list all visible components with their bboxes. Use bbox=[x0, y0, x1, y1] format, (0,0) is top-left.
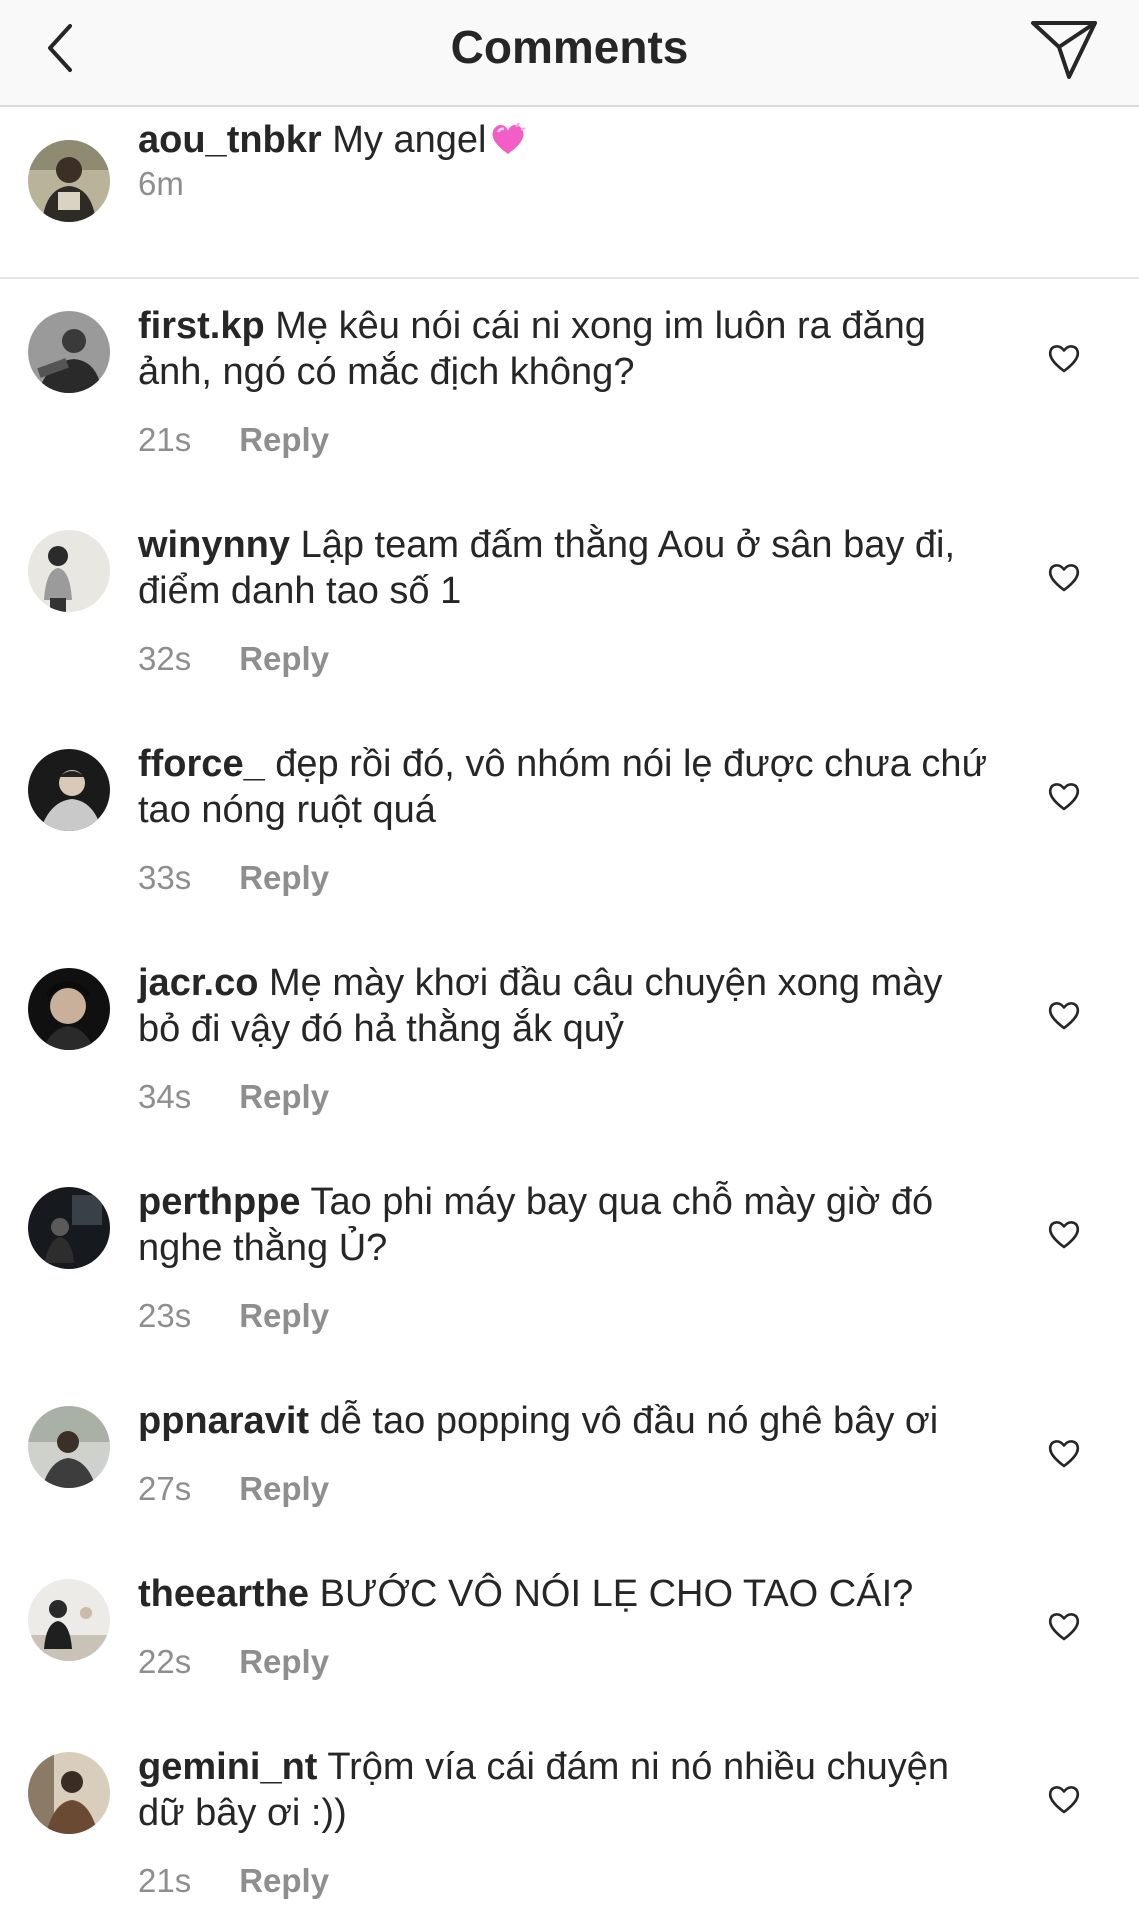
comment-row: first.kp Mẹ kêu nói cái ni xong im luôn … bbox=[0, 279, 1139, 498]
comment-meta: 23s Reply bbox=[138, 1297, 329, 1335]
comment-meta: 34s Reply bbox=[138, 1078, 329, 1116]
reply-button[interactable]: Reply bbox=[239, 859, 329, 896]
like-button[interactable] bbox=[1046, 1609, 1082, 1643]
timestamp: 6m bbox=[138, 165, 184, 202]
avatar[interactable] bbox=[28, 1187, 110, 1269]
timestamp: 21s bbox=[138, 1862, 192, 1899]
username[interactable]: ppnaravit bbox=[138, 1400, 309, 1442]
like-button[interactable] bbox=[1046, 998, 1082, 1032]
reply-button[interactable]: Reply bbox=[239, 1470, 329, 1507]
reply-button[interactable]: Reply bbox=[239, 1643, 329, 1680]
comment-meta: 22s Reply bbox=[138, 1643, 329, 1681]
timestamp: 23s bbox=[138, 1297, 192, 1334]
comment-meta: 27s Reply bbox=[138, 1470, 329, 1508]
heart-outline-icon bbox=[1048, 1221, 1080, 1249]
heart-outline-icon bbox=[1048, 1440, 1080, 1468]
avatar[interactable] bbox=[28, 968, 110, 1050]
page-title: Comments bbox=[450, 21, 689, 73]
username[interactable]: theearthe bbox=[138, 1573, 309, 1615]
like-button[interactable] bbox=[1046, 341, 1082, 375]
comment-text: fforce_ đẹp rồi đó, vô nhóm nói lẹ được … bbox=[138, 741, 988, 833]
timestamp: 21s bbox=[138, 421, 192, 458]
comment-text: jacr.co Mẹ mày khơi đầu câu chuyện xong … bbox=[138, 960, 988, 1052]
post-caption: aou_tnbkr My angel 6m bbox=[0, 107, 1139, 279]
paper-plane-icon bbox=[1031, 21, 1097, 79]
share-button[interactable] bbox=[1029, 17, 1099, 81]
comment-text: theearthe BƯỚC VÔ NÓI LẸ CHO TAO CÁI? bbox=[138, 1571, 988, 1617]
avatar[interactable] bbox=[28, 1579, 110, 1661]
heart-outline-icon bbox=[1048, 1002, 1080, 1030]
reply-button[interactable]: Reply bbox=[239, 1297, 329, 1334]
timestamp: 34s bbox=[138, 1078, 192, 1115]
heart-outline-icon bbox=[1048, 345, 1080, 373]
comment-meta: 33s Reply bbox=[138, 859, 329, 897]
comment-row: winynny Lập team đấm thằng Aou ở sân bay… bbox=[0, 498, 1139, 717]
comment-row: theearthe BƯỚC VÔ NÓI LẸ CHO TAO CÁI? 22… bbox=[0, 1547, 1139, 1720]
like-button[interactable] bbox=[1046, 1782, 1082, 1816]
avatar[interactable] bbox=[28, 140, 110, 222]
like-button[interactable] bbox=[1046, 1217, 1082, 1251]
comment-body: đẹp rồi đó, vô nhóm nói lẹ được chưa chứ… bbox=[138, 743, 988, 831]
comment-row: gemini_nt Trộm vía cái đám ni nó nhiều c… bbox=[0, 1720, 1139, 1920]
timestamp: 32s bbox=[138, 640, 192, 677]
avatar[interactable] bbox=[28, 1406, 110, 1488]
comment-body: BƯỚC VÔ NÓI LẸ CHO TAO CÁI? bbox=[319, 1573, 914, 1615]
caption-meta: 6m bbox=[138, 165, 184, 203]
caption-text: aou_tnbkr My angel bbox=[138, 117, 988, 169]
like-button[interactable] bbox=[1046, 1436, 1082, 1470]
username[interactable]: gemini_nt bbox=[138, 1746, 317, 1788]
comment-meta: 21s Reply bbox=[138, 421, 329, 459]
username[interactable]: winynny bbox=[138, 524, 290, 566]
comment-row: ppnaravit dễ tao popping vô đầu nó ghê b… bbox=[0, 1374, 1139, 1547]
comment-body: Mẹ mày khơi đầu câu chuyện xong mày bỏ đ… bbox=[138, 962, 943, 1050]
heart-outline-icon bbox=[1048, 783, 1080, 811]
avatar[interactable] bbox=[28, 311, 110, 393]
comment-row: fforce_ đẹp rồi đó, vô nhóm nói lẹ được … bbox=[0, 717, 1139, 936]
comment-text: ppnaravit dễ tao popping vô đầu nó ghê b… bbox=[138, 1398, 988, 1444]
reply-button[interactable]: Reply bbox=[239, 640, 329, 677]
heart-outline-icon bbox=[1048, 564, 1080, 592]
username[interactable]: aou_tnbkr bbox=[138, 119, 322, 161]
avatar[interactable] bbox=[28, 1752, 110, 1834]
comment-text: first.kp Mẹ kêu nói cái ni xong im luôn … bbox=[138, 303, 988, 395]
reply-button[interactable]: Reply bbox=[239, 1862, 329, 1899]
comment-row: jacr.co Mẹ mày khơi đầu câu chuyện xong … bbox=[0, 936, 1139, 1155]
username[interactable]: first.kp bbox=[138, 305, 265, 347]
comment-text: winynny Lập team đấm thằng Aou ở sân bay… bbox=[138, 522, 988, 614]
username[interactable]: perthppe bbox=[138, 1181, 301, 1223]
heart-emoji-icon bbox=[488, 120, 528, 169]
comment-text: gemini_nt Trộm vía cái đám ni nó nhiều c… bbox=[138, 1744, 988, 1836]
comment-list: first.kp Mẹ kêu nói cái ni xong im luôn … bbox=[0, 279, 1139, 1920]
like-button[interactable] bbox=[1046, 779, 1082, 813]
like-button[interactable] bbox=[1046, 560, 1082, 594]
heart-outline-icon bbox=[1048, 1786, 1080, 1814]
comment-row: perthppe Tao phi máy bay qua chỗ mày giờ… bbox=[0, 1155, 1139, 1374]
comment-body: dễ tao popping vô đầu nó ghê bây ơi bbox=[319, 1400, 939, 1442]
avatar[interactable] bbox=[28, 749, 110, 831]
comment-meta: 21s Reply bbox=[138, 1862, 329, 1900]
caption-body: My angel bbox=[332, 119, 487, 161]
timestamp: 22s bbox=[138, 1643, 192, 1680]
top-bar: Comments bbox=[0, 0, 1139, 107]
username[interactable]: jacr.co bbox=[138, 962, 258, 1004]
heart-outline-icon bbox=[1048, 1613, 1080, 1641]
comment-meta: 32s Reply bbox=[138, 640, 329, 678]
comment-text: perthppe Tao phi máy bay qua chỗ mày giờ… bbox=[138, 1179, 988, 1271]
timestamp: 27s bbox=[138, 1470, 192, 1507]
username[interactable]: fforce_ bbox=[138, 743, 265, 785]
avatar[interactable] bbox=[28, 530, 110, 612]
reply-button[interactable]: Reply bbox=[239, 1078, 329, 1115]
timestamp: 33s bbox=[138, 859, 192, 896]
reply-button[interactable]: Reply bbox=[239, 421, 329, 458]
